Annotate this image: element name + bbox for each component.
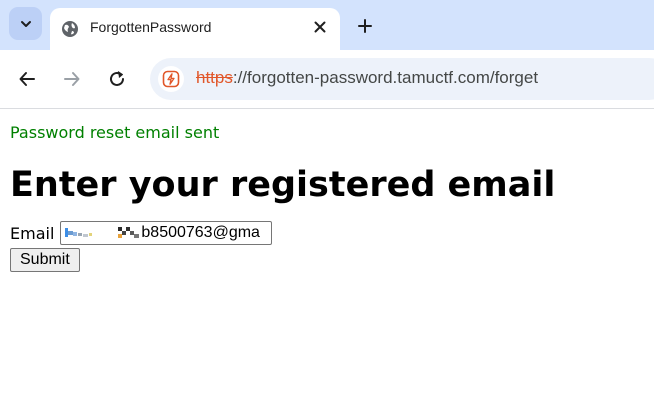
reload-icon bbox=[110, 71, 124, 86]
status-message: Password reset email sent bbox=[10, 123, 220, 142]
close-icon bbox=[314, 21, 326, 33]
url-scheme: https bbox=[196, 68, 233, 87]
arrow-left-icon bbox=[19, 72, 35, 86]
page-content: Password reset email sent Enter your reg… bbox=[10, 109, 650, 272]
reload-button[interactable] bbox=[105, 67, 129, 91]
plus-icon bbox=[358, 19, 372, 33]
browser-toolbar: https://forgotten-password.tamuctf.com/f… bbox=[0, 50, 654, 109]
tab-search-button[interactable] bbox=[9, 7, 42, 40]
email-form-row: Email b8500763@gma bbox=[10, 220, 650, 246]
globe-icon bbox=[62, 21, 78, 37]
email-field[interactable]: b8500763@gma bbox=[60, 221, 273, 245]
chevron-down-icon bbox=[20, 20, 31, 27]
new-tab-button[interactable] bbox=[354, 15, 376, 37]
not-secure-icon bbox=[162, 70, 180, 88]
url-text: https://forgotten-password.tamuctf.com/f… bbox=[196, 68, 538, 88]
back-button[interactable] bbox=[15, 67, 39, 91]
email-value: b8500763@gma bbox=[141, 224, 260, 241]
page-title: Enter your registered email bbox=[10, 165, 556, 205]
redacted-text bbox=[65, 227, 140, 238]
arrow-right-icon bbox=[64, 72, 80, 86]
tab-close-button[interactable] bbox=[310, 17, 330, 37]
tab-strip: ForgottenPassword bbox=[0, 0, 654, 50]
forward-button[interactable] bbox=[60, 67, 84, 91]
address-bar[interactable]: https://forgotten-password.tamuctf.com/f… bbox=[150, 58, 654, 100]
url-rest: ://forgotten-password.tamuctf.com/forget bbox=[232, 68, 539, 87]
email-label: Email bbox=[10, 223, 55, 243]
tab-title: ForgottenPassword bbox=[90, 19, 212, 35]
browser-tab[interactable]: ForgottenPassword bbox=[50, 8, 340, 50]
submit-button[interactable]: Submit bbox=[10, 248, 80, 272]
site-info-button[interactable] bbox=[158, 66, 184, 92]
